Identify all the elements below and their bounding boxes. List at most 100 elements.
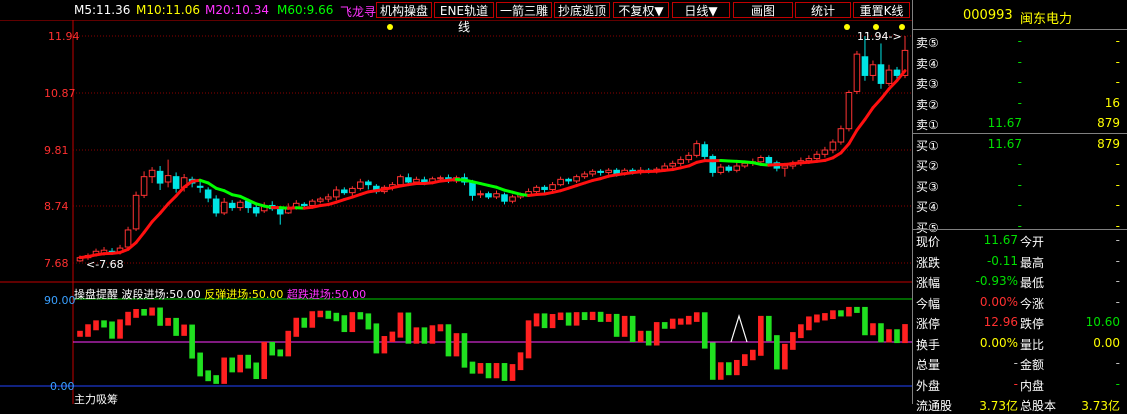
oscillator-bar [165,318,171,326]
oscillator-bar [598,312,604,322]
price-axis-label-5: 7.68 [44,257,69,270]
candle-body [414,179,420,182]
candle-body [694,144,700,156]
sell-level-row[interactable]: 卖④-- [913,52,1127,72]
oscillator-bar [646,331,652,346]
candle-body [894,70,900,75]
oscillator-bar [686,316,692,325]
sell-level-row[interactable]: 卖②-16 [913,93,1127,113]
candle-body [854,54,860,91]
candle-body [734,166,740,170]
oscillator-bar [277,349,283,356]
candle-body [566,179,572,181]
oscillator-bar [438,324,444,331]
candle-body [157,171,163,183]
candle-body [237,202,243,207]
toolbar-button-jigou[interactable]: 机构操盘 [376,2,432,18]
buy-level-row[interactable]: 买④-- [913,195,1127,215]
candle-body [550,185,556,190]
oscillator-bar [854,307,860,313]
toolbar-button-stats[interactable]: 统计 [795,2,851,18]
candle-body [438,178,444,179]
stat-value: 3.73亿 [1081,397,1120,414]
oscillator-bar [398,313,404,338]
candle-body [590,171,596,174]
sell-level-label: 卖⑤ [916,34,939,51]
oscillator-bar [502,363,508,381]
candle-body [886,70,892,83]
oscillator-bar [542,313,548,328]
sell-level-row[interactable]: 卖③-- [913,72,1127,92]
oscillator-bar [590,312,596,320]
oscillator-bar [774,335,780,369]
oscillator-bar [726,362,732,375]
quote-stat-row: 流通股3.73亿总股本3.73亿 [913,394,1127,414]
ma-line-segment [136,232,144,242]
candle-body [614,170,620,173]
candle-body [422,180,428,182]
sell-level-price: - [1018,96,1022,110]
buy-level-row[interactable]: 买②-- [913,154,1127,174]
candle-body [670,163,676,166]
toolbar-button-chaodi[interactable]: 抄底逃顶 [554,2,610,18]
oscillator-bar [117,319,123,338]
candle-body [726,167,732,170]
candle-body [141,177,147,196]
oscillator-bar [718,362,724,380]
signal-dot [844,24,850,30]
oscillator-bar [382,336,388,353]
kline-chart-svg[interactable] [0,0,912,404]
oscillator-bar [342,315,348,332]
oscillator-bar [141,309,147,316]
buy-level-label: 买③ [916,178,939,195]
oscillator-bar [806,316,812,330]
oscillator-bar [790,332,796,350]
oscillator-bar [534,313,540,326]
candle-body [830,142,836,150]
candle-body [510,197,516,201]
toolbar-button-ene[interactable]: ENE轨道线 [434,2,494,18]
toolbar-button-reset[interactable]: 重置K线 [853,2,910,18]
stat-label: 总股本 [1020,397,1056,414]
sell-level-price: 11.67 [988,116,1022,130]
indicator-title: 操盘提醒 [74,288,118,301]
toolbar-button-period[interactable]: 日线▼ [672,2,730,18]
toolbar-button-draw[interactable]: 画图 [733,2,793,18]
buy-level-price: - [1018,157,1022,171]
oscillator-bar [430,325,436,343]
oscillator-bar [750,350,756,360]
candle-body [205,190,211,198]
quote-panel: 000993 闽东电力 卖⑤--卖④--卖③--卖②-16卖①11.67879买… [912,0,1127,404]
quote-stat-row: 换手0.00%量比0.00 [913,333,1127,353]
toolbar-button-yijian[interactable]: 一箭三雕 [496,2,552,18]
ma-line-segment [849,130,857,144]
oscillator-bar [125,312,131,326]
oscillator-bar [694,312,700,322]
candle-body [606,170,612,172]
oscillator-bar [886,329,892,342]
stat-value: -0.93% [976,274,1018,288]
high-price-marker: 11.94-> [857,30,902,43]
candle-body [406,178,412,182]
ma-line-segment [881,89,889,99]
sell-level-row[interactable]: 卖⑤-- [913,31,1127,51]
stat-label: 金额 [1020,356,1044,373]
buy-level-row[interactable]: 买③-- [913,175,1127,195]
toolbar-button-fuquan[interactable]: 不复权▼ [613,2,669,18]
buy-level-row[interactable]: 买①11.67879 [913,134,1127,154]
oscillator-bar [101,320,107,327]
stat-value: - [1116,254,1120,268]
sell-level-row[interactable]: 卖①11.67879 [913,113,1127,133]
candle-body [822,150,828,154]
stat-value: - [1014,377,1018,391]
oscillator-bar [766,316,772,341]
indicator-axis-bottom: 0.00 [50,380,75,393]
oscillator-bar [213,375,219,384]
candle-body [758,157,764,161]
oscillator-bar [798,324,804,338]
candle-body [470,182,476,195]
kline-chart-area[interactable]: M5:11.36 M10:11.06 M20:10.34 M60:9.66 飞龙… [0,0,912,404]
sell-level-label: 卖④ [916,55,939,72]
oscillator-bar [638,331,644,342]
stat-label: 流通股 [916,397,952,414]
